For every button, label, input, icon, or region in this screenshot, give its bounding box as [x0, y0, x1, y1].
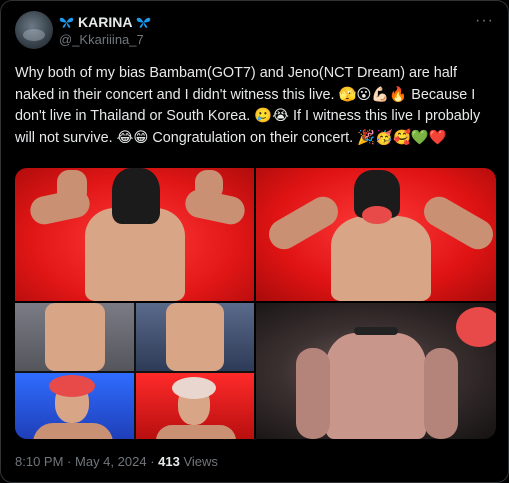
- meta-separator: ·: [67, 454, 72, 469]
- torso-shape: [45, 303, 105, 371]
- red-hair-shape: [456, 307, 496, 347]
- tweet-meta: 8:10 PM · May 4, 2024 · 413 Views: [15, 454, 218, 469]
- more-options-icon[interactable]: ···: [475, 13, 494, 29]
- tweet-card: KARINA @_Kkariiina_7 ··· Why both of my …: [0, 0, 509, 483]
- avatar-shine: [23, 29, 45, 41]
- cap-shape: [112, 168, 160, 224]
- right-arm-shape: [424, 348, 458, 439]
- media-grid[interactable]: [15, 168, 496, 439]
- author-handle[interactable]: @_Kkariiina_7: [59, 32, 144, 47]
- shoulders-shape: [156, 425, 236, 439]
- media-image-4[interactable]: [256, 303, 496, 439]
- left-hand-shape: [57, 170, 87, 204]
- tweet-date[interactable]: May 4, 2024: [75, 454, 147, 469]
- tweet-time[interactable]: 8:10 PM: [15, 454, 63, 469]
- avatar[interactable]: [15, 11, 53, 49]
- tweet-text: Why both of my bias Bambam(GOT7) and Jen…: [15, 65, 481, 146]
- meta-separator: ·: [150, 454, 155, 469]
- left-arm-shape: [296, 348, 330, 439]
- author-name-row[interactable]: KARINA: [59, 14, 151, 30]
- collage-photo-1: [15, 303, 134, 371]
- collage-photo-4: [136, 373, 254, 439]
- pale-hair-shape: [172, 377, 216, 399]
- media-image-3[interactable]: [15, 303, 254, 439]
- collage-photo-2: [136, 303, 254, 371]
- red-hair-shape: [362, 206, 392, 224]
- media-image-2[interactable]: [256, 168, 496, 301]
- torso-shape: [166, 303, 224, 371]
- media-image-1[interactable]: [15, 168, 254, 301]
- blue-butterfly-icon: [59, 17, 74, 28]
- shoulders-shape: [33, 423, 113, 439]
- views-label: Views: [183, 454, 218, 469]
- collage-photo-3: [15, 373, 134, 439]
- blue-butterfly-icon: [137, 17, 151, 28]
- back-shape: [331, 216, 431, 301]
- red-hair-shape: [49, 375, 95, 397]
- right-hand-shape: [195, 170, 223, 200]
- choker-shape: [354, 327, 398, 335]
- views-count: 413: [158, 454, 180, 469]
- torso-shape: [326, 333, 426, 439]
- author-display-name[interactable]: KARINA: [78, 14, 132, 30]
